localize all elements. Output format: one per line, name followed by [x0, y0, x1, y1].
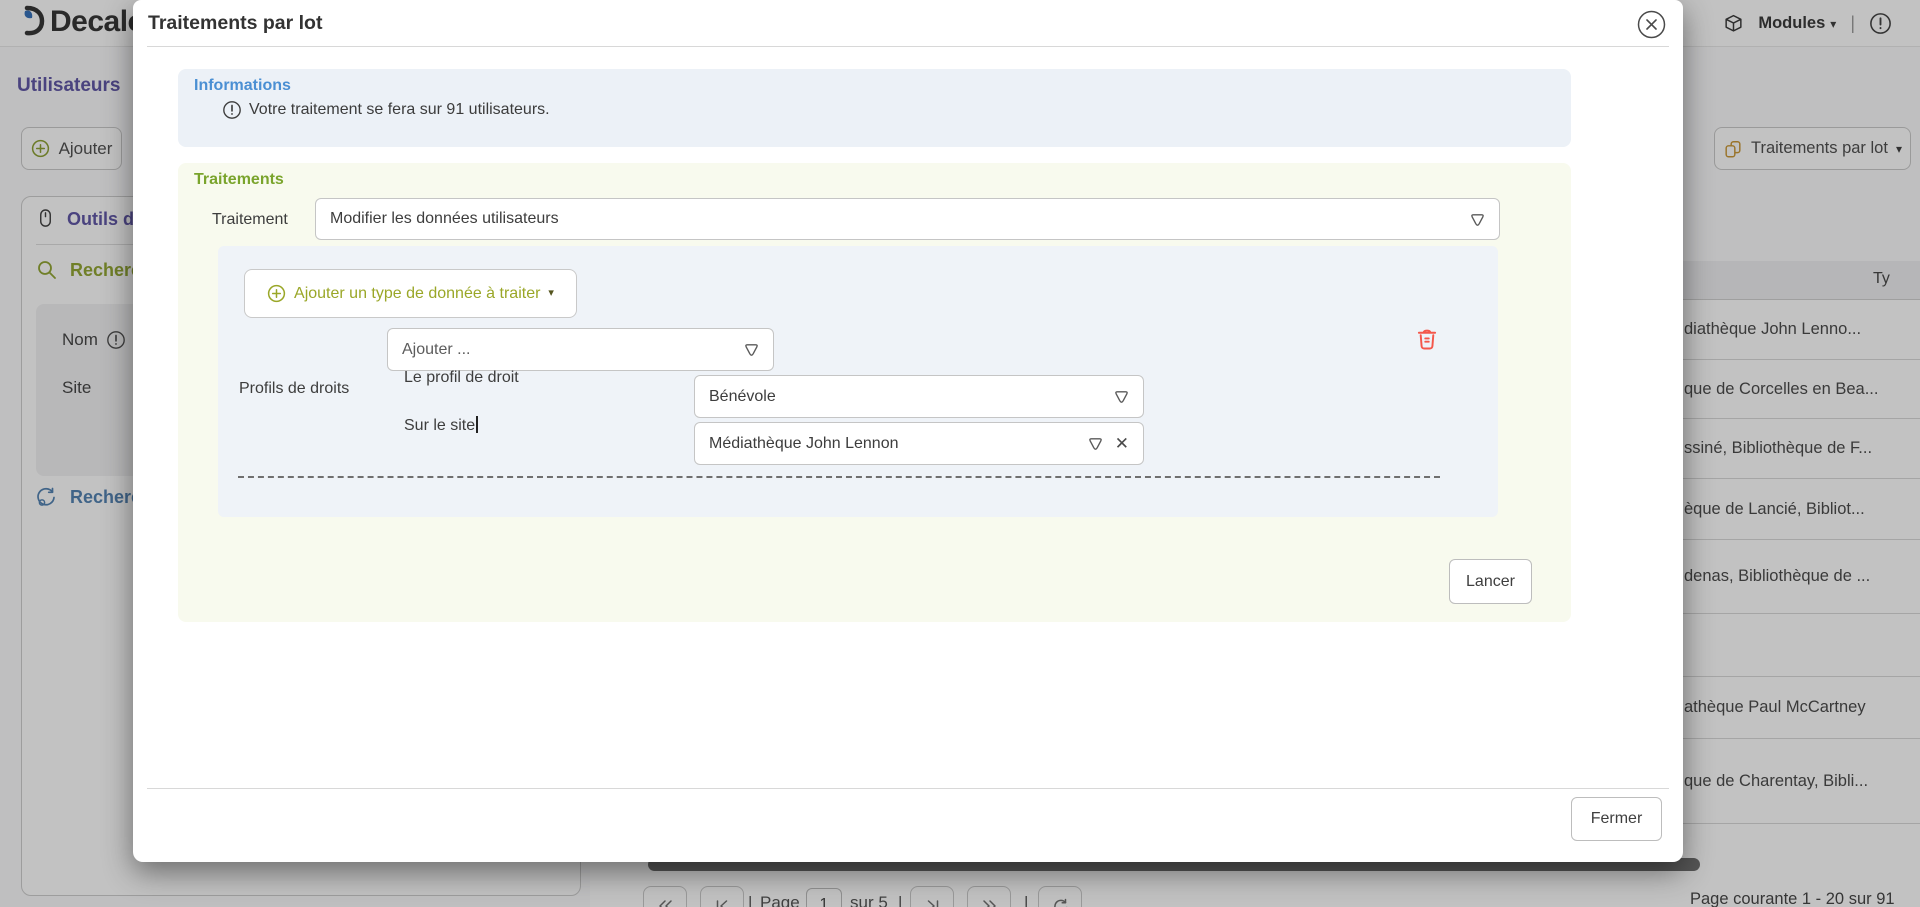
chevron-down-icon	[1115, 391, 1128, 403]
header-divider	[147, 46, 1669, 47]
add-data-type-label: Ajouter un type de donnée à traiter	[294, 284, 541, 302]
chevron-down-icon	[745, 344, 758, 356]
treatments-header: Traitements	[194, 171, 284, 188]
text-cursor	[476, 416, 478, 433]
treatment-select[interactable]: Modifier les données utilisateurs	[315, 198, 1500, 240]
trash-icon	[1417, 329, 1437, 350]
informations-message: Votre traitement se fera sur 91 utilisat…	[249, 101, 550, 118]
row-separator-dashed	[238, 476, 1440, 478]
informations-message-row: Votre traitement se fera sur 91 utilisat…	[222, 100, 550, 120]
footer-divider	[147, 788, 1669, 789]
profiles-label: Profils de droits	[239, 380, 350, 397]
profile-row-label: Le profil de droit	[404, 369, 519, 386]
chevron-down-icon: ▾	[548, 287, 554, 299]
add-data-type-button[interactable]: Ajouter un type de donnée à traiter ▾	[244, 269, 577, 318]
plus-circle-icon	[267, 284, 286, 303]
batch-processing-dialog: Traitements par lot Informations Votre t…	[133, 0, 1683, 862]
treatment-detail-panel: Ajouter un type de donnée à traiter ▾ Aj…	[218, 246, 1498, 517]
add-data-select[interactable]: Ajouter ...	[387, 328, 774, 371]
informations-box: Informations Votre traitement se fera su…	[178, 69, 1571, 147]
treatments-box: Traitements Traitement Modifier les donn…	[178, 163, 1571, 622]
delete-data-type-button[interactable]	[1414, 326, 1440, 352]
close-button-label: Fermer	[1590, 810, 1643, 827]
informations-header: Informations	[194, 77, 291, 94]
screen: Decalog Modules ▾ | Utilisateurs Ajouter	[0, 0, 1920, 907]
site-row-label-text: Sur le site	[404, 417, 476, 434]
close-dialog-button[interactable]	[1637, 10, 1666, 39]
site-select[interactable]: Médiathèque John Lennon ✕	[694, 422, 1144, 465]
treatment-select-value: Modifier les données utilisateurs	[330, 210, 559, 227]
chevron-down-icon	[1088, 438, 1102, 450]
site-row-label: Sur le site	[404, 416, 478, 435]
profile-select[interactable]: Bénévole	[694, 375, 1144, 418]
launch-button-label: Lancer	[1466, 572, 1515, 590]
info-icon	[223, 101, 241, 119]
add-data-select-placeholder: Ajouter ...	[402, 340, 471, 358]
treatment-label: Traitement	[212, 211, 288, 228]
profile-select-value: Bénévole	[709, 387, 776, 405]
chevron-down-icon	[1471, 213, 1484, 226]
launch-button[interactable]: Lancer	[1449, 559, 1532, 604]
close-button[interactable]: Fermer	[1571, 797, 1662, 841]
dialog-title: Traitements par lot	[148, 12, 323, 34]
site-select-value: Médiathèque John Lennon	[709, 434, 899, 452]
clear-site-icon[interactable]: ✕	[1115, 434, 1129, 454]
close-icon	[1637, 10, 1666, 39]
